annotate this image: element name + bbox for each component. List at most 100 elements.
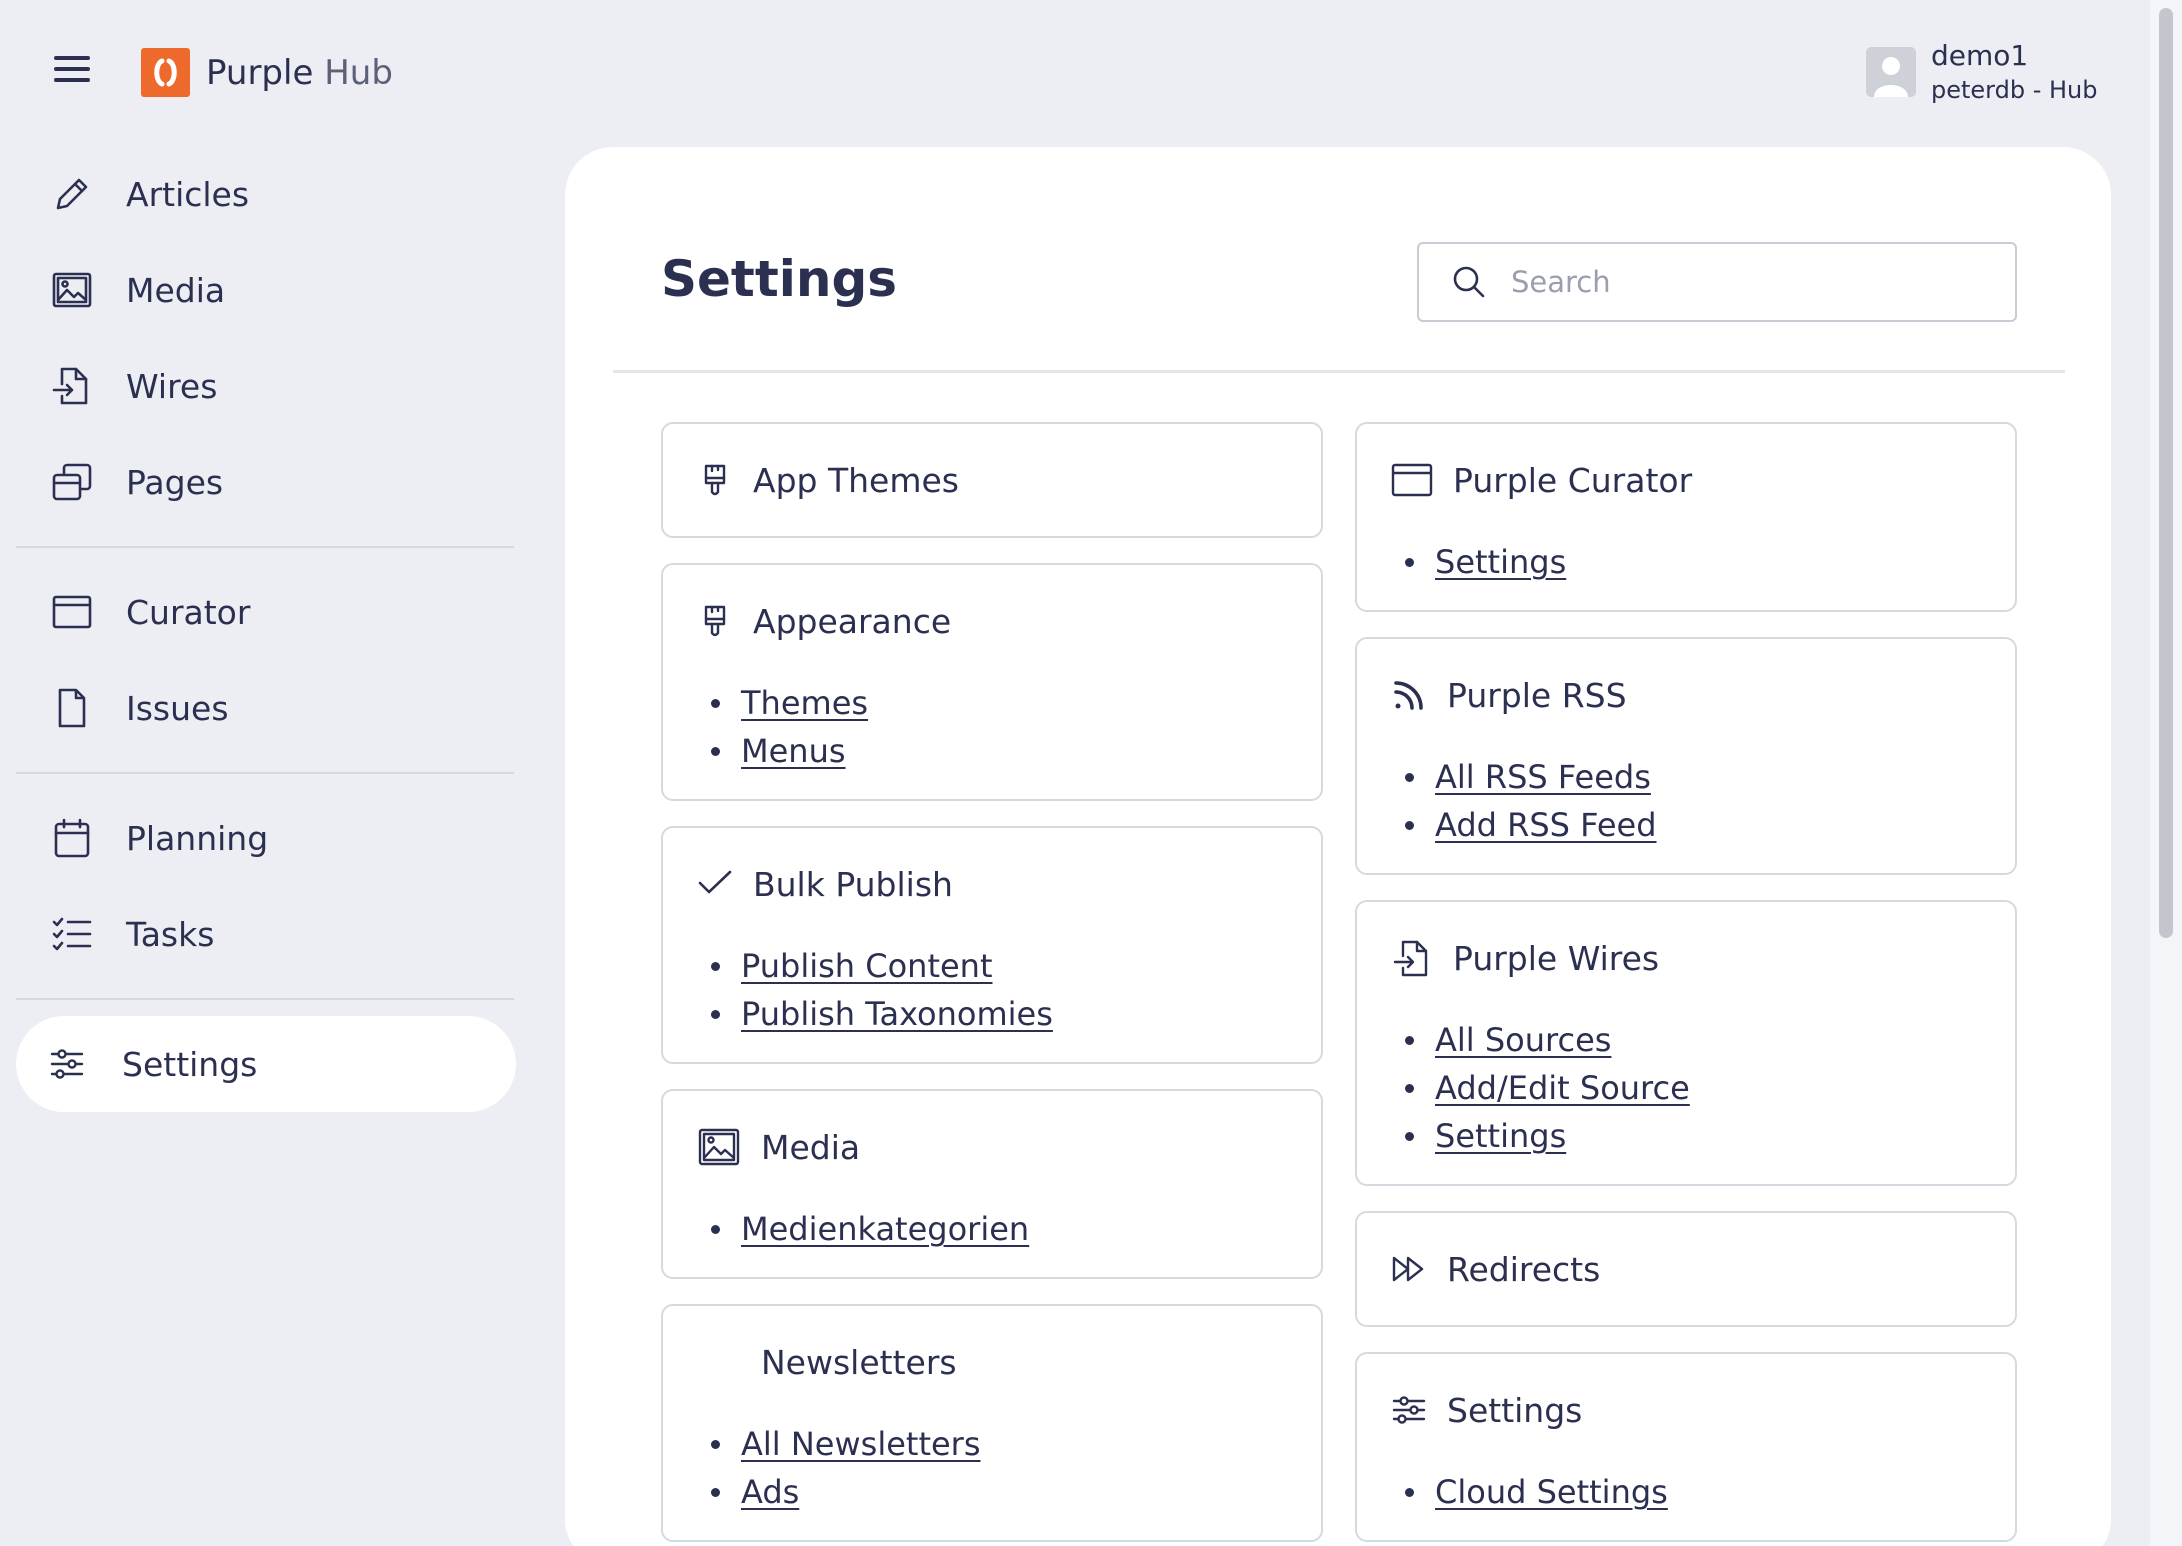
check-icon — [697, 866, 733, 902]
sidebar-divider — [16, 546, 514, 548]
list-item: All RSS Feeds — [1405, 753, 1979, 801]
settings-column-right: Purple Curator Settings Purple RSS All R… — [1355, 422, 2017, 1546]
image-icon — [697, 1127, 741, 1167]
brand-main: Purple — [206, 53, 314, 93]
sidebar-item-pages[interactable]: Pages — [16, 434, 516, 530]
link-list: Medienkategorien — [697, 1205, 1285, 1277]
sidebar-divider — [16, 998, 514, 1000]
link-all-newsletters[interactable]: All Newsletters — [741, 1425, 981, 1463]
sidebar-item-settings[interactable]: Settings — [16, 1016, 516, 1112]
sidebar-item-label: Curator — [126, 592, 251, 632]
page-title: Settings — [661, 250, 898, 308]
list-item: Add RSS Feed — [1405, 801, 1979, 849]
scrollbar[interactable] — [2150, 0, 2182, 1546]
list-item: Cloud Settings — [1405, 1468, 1979, 1516]
sidebar-item-issues[interactable]: Issues — [16, 660, 516, 756]
file-import-icon — [50, 364, 94, 408]
card-title: Purple Wires — [1453, 938, 1660, 978]
paintbrush-icon — [697, 462, 733, 498]
link-cloud-settings[interactable]: Cloud Settings — [1435, 1473, 1668, 1511]
avatar[interactable] — [1866, 47, 1916, 97]
card-title: Appearance — [753, 601, 952, 641]
sidebar-item-label: Pages — [126, 462, 224, 502]
scrollbar-thumb[interactable] — [2159, 8, 2173, 938]
list-item: Medienkategorien — [711, 1205, 1285, 1253]
card-settings: Settings Cloud Settings — [1355, 1352, 2017, 1542]
calendar-icon — [50, 816, 94, 860]
link-all-rss-feeds[interactable]: All RSS Feeds — [1435, 758, 1651, 796]
link-all-sources[interactable]: All Sources — [1435, 1021, 1611, 1059]
link-publish-content[interactable]: Publish Content — [741, 947, 993, 985]
search-input[interactable] — [1511, 265, 1991, 299]
file-icon — [50, 686, 94, 730]
link-menus[interactable]: Menus — [741, 732, 846, 770]
card-title: App Themes — [753, 460, 959, 500]
brand-name[interactable]: Purple Hub — [206, 51, 393, 95]
card-purple-rss: Purple RSS All RSS Feeds Add RSS Feed — [1355, 637, 2017, 875]
link-themes[interactable]: Themes — [741, 684, 868, 722]
sidebar-item-planning[interactable]: Planning — [16, 790, 516, 886]
checklist-icon — [50, 912, 94, 956]
sidebar-item-label: Issues — [126, 688, 229, 728]
link-list: Cloud Settings — [1391, 1468, 1979, 1540]
card-title: Bulk Publish — [753, 864, 953, 904]
sidebar-item-label: Media — [126, 270, 226, 310]
list-item: Menus — [711, 727, 1285, 775]
list-item: Add/Edit Source — [1405, 1064, 1979, 1112]
link-list: All RSS Feeds Add RSS Feed — [1391, 753, 1979, 873]
list-item: Publish Content — [711, 942, 1285, 990]
card-redirects[interactable]: Redirects — [1355, 1211, 2017, 1327]
pages-icon — [50, 460, 94, 504]
link-wires-settings[interactable]: Settings — [1435, 1117, 1566, 1155]
link-medienkategorien[interactable]: Medienkategorien — [741, 1210, 1029, 1248]
list-item: All Sources — [1405, 1016, 1979, 1064]
sliders-icon — [48, 1045, 86, 1083]
link-ads[interactable]: Ads — [741, 1473, 799, 1511]
list-item: Themes — [711, 679, 1285, 727]
window-icon — [50, 590, 94, 634]
user-name[interactable]: demo1 — [1931, 38, 2028, 74]
purple-logo-icon[interactable] — [141, 48, 190, 97]
link-list: Publish Content Publish Taxonomies — [697, 942, 1285, 1062]
card-bulk-publish: Bulk Publish Publish Content Publish Tax… — [661, 826, 1323, 1064]
sliders-icon — [1391, 1392, 1427, 1428]
link-publish-taxonomies[interactable]: Publish Taxonomies — [741, 995, 1053, 1033]
list-item: Settings — [1405, 1112, 1979, 1160]
settings-column-left: App Themes Appearance Themes Menus Bulk … — [661, 422, 1323, 1546]
menu-icon[interactable] — [54, 56, 90, 86]
card-title: Redirects — [1447, 1249, 1601, 1289]
sidebar-item-wires[interactable]: Wires — [16, 338, 516, 434]
link-list: All Newsletters Ads — [697, 1420, 1285, 1540]
card-purple-wires: Purple Wires All Sources Add/Edit Source… — [1355, 900, 2017, 1186]
sidebar-item-articles[interactable]: Articles — [16, 146, 516, 242]
rss-icon — [1391, 677, 1427, 713]
window-icon — [1391, 462, 1433, 498]
sidebar-item-label: Wires — [126, 366, 218, 406]
list-item: Publish Taxonomies — [711, 990, 1285, 1038]
link-add-rss-feed[interactable]: Add RSS Feed — [1435, 806, 1657, 844]
card-newsletters: Newsletters All Newsletters Ads — [661, 1304, 1323, 1542]
list-item: All Newsletters — [711, 1420, 1285, 1468]
card-title: Purple RSS — [1447, 675, 1627, 715]
search-icon — [1453, 266, 1485, 298]
main-panel: Settings App Themes Appearance Themes — [565, 147, 2111, 1546]
card-title: Newsletters — [761, 1342, 957, 1382]
card-title: Purple Curator — [1453, 460, 1693, 500]
link-add-edit-source[interactable]: Add/Edit Source — [1435, 1069, 1690, 1107]
card-media: Media Medienkategorien — [661, 1089, 1323, 1279]
sidebar: Articles Media Wires Pages Curator Issue… — [16, 146, 516, 1112]
file-import-icon — [1391, 940, 1433, 977]
list-item: Settings — [1405, 538, 1979, 586]
header-divider — [613, 370, 2065, 373]
card-appearance: Appearance Themes Menus — [661, 563, 1323, 801]
user-tenant: peterdb - Hub — [1931, 76, 2098, 104]
sidebar-item-label: Tasks — [126, 914, 215, 954]
sidebar-item-tasks[interactable]: Tasks — [16, 886, 516, 982]
sidebar-item-label: Articles — [126, 174, 250, 214]
search-box[interactable] — [1417, 242, 2017, 322]
card-app-themes[interactable]: App Themes — [661, 422, 1323, 538]
link-curator-settings[interactable]: Settings — [1435, 543, 1566, 581]
link-list: Themes Menus — [697, 679, 1285, 799]
sidebar-item-media[interactable]: Media — [16, 242, 516, 338]
sidebar-item-curator[interactable]: Curator — [16, 564, 516, 660]
